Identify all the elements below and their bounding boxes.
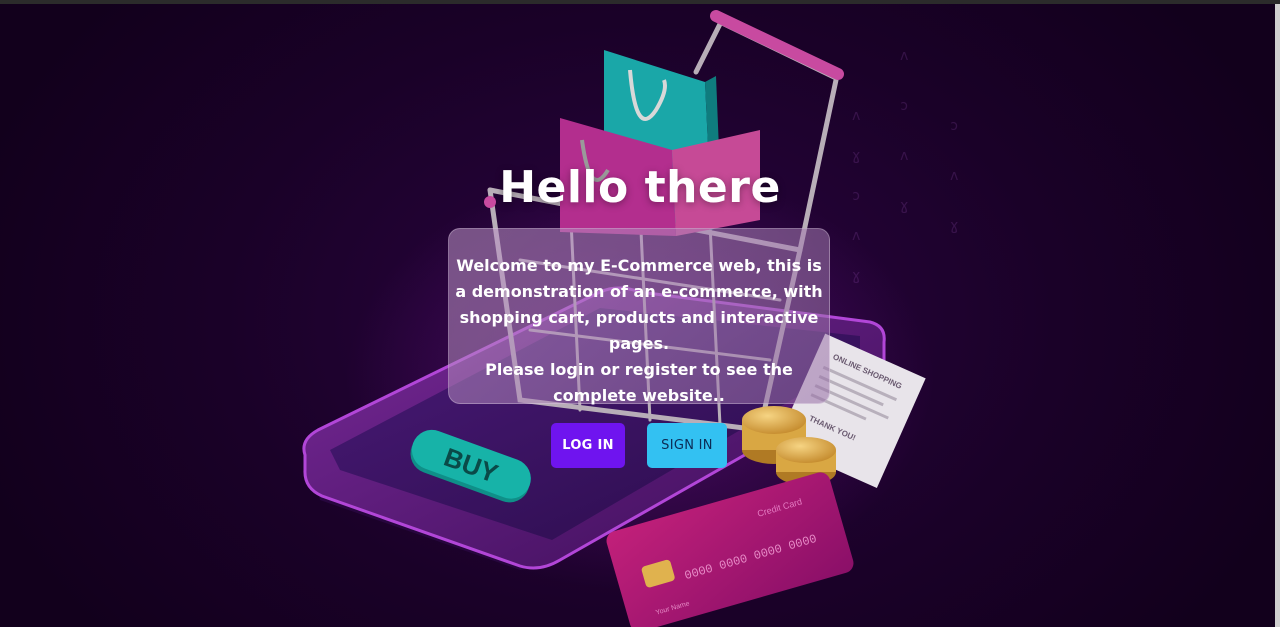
intro-text-cta: Please login or register to see the comp…: [485, 360, 793, 405]
svg-text:ɣ: ɣ: [950, 218, 958, 234]
svg-text:ɔ: ɔ: [900, 98, 908, 114]
svg-text:ʌ: ʌ: [852, 108, 860, 124]
signin-button[interactable]: SIGN IN: [647, 423, 727, 468]
svg-text:ʌ: ʌ: [900, 48, 908, 64]
page-title: Hello there: [499, 162, 781, 213]
svg-text:ʌ: ʌ: [852, 228, 860, 244]
login-button[interactable]: LOG IN: [551, 423, 625, 468]
intro-card: Welcome to my E-Commerce web, this is a …: [448, 228, 830, 405]
svg-text:ɣ: ɣ: [852, 268, 860, 284]
intro-text: Welcome to my E-Commerce web, this is a …: [455, 256, 823, 353]
landing-page: ʌɣɔʌɣ ʌɔʌɣ ɔʌɣ BUY ONLINE SHOPPING THANK…: [0, 0, 1280, 627]
svg-text:ɔ: ɔ: [950, 118, 958, 134]
